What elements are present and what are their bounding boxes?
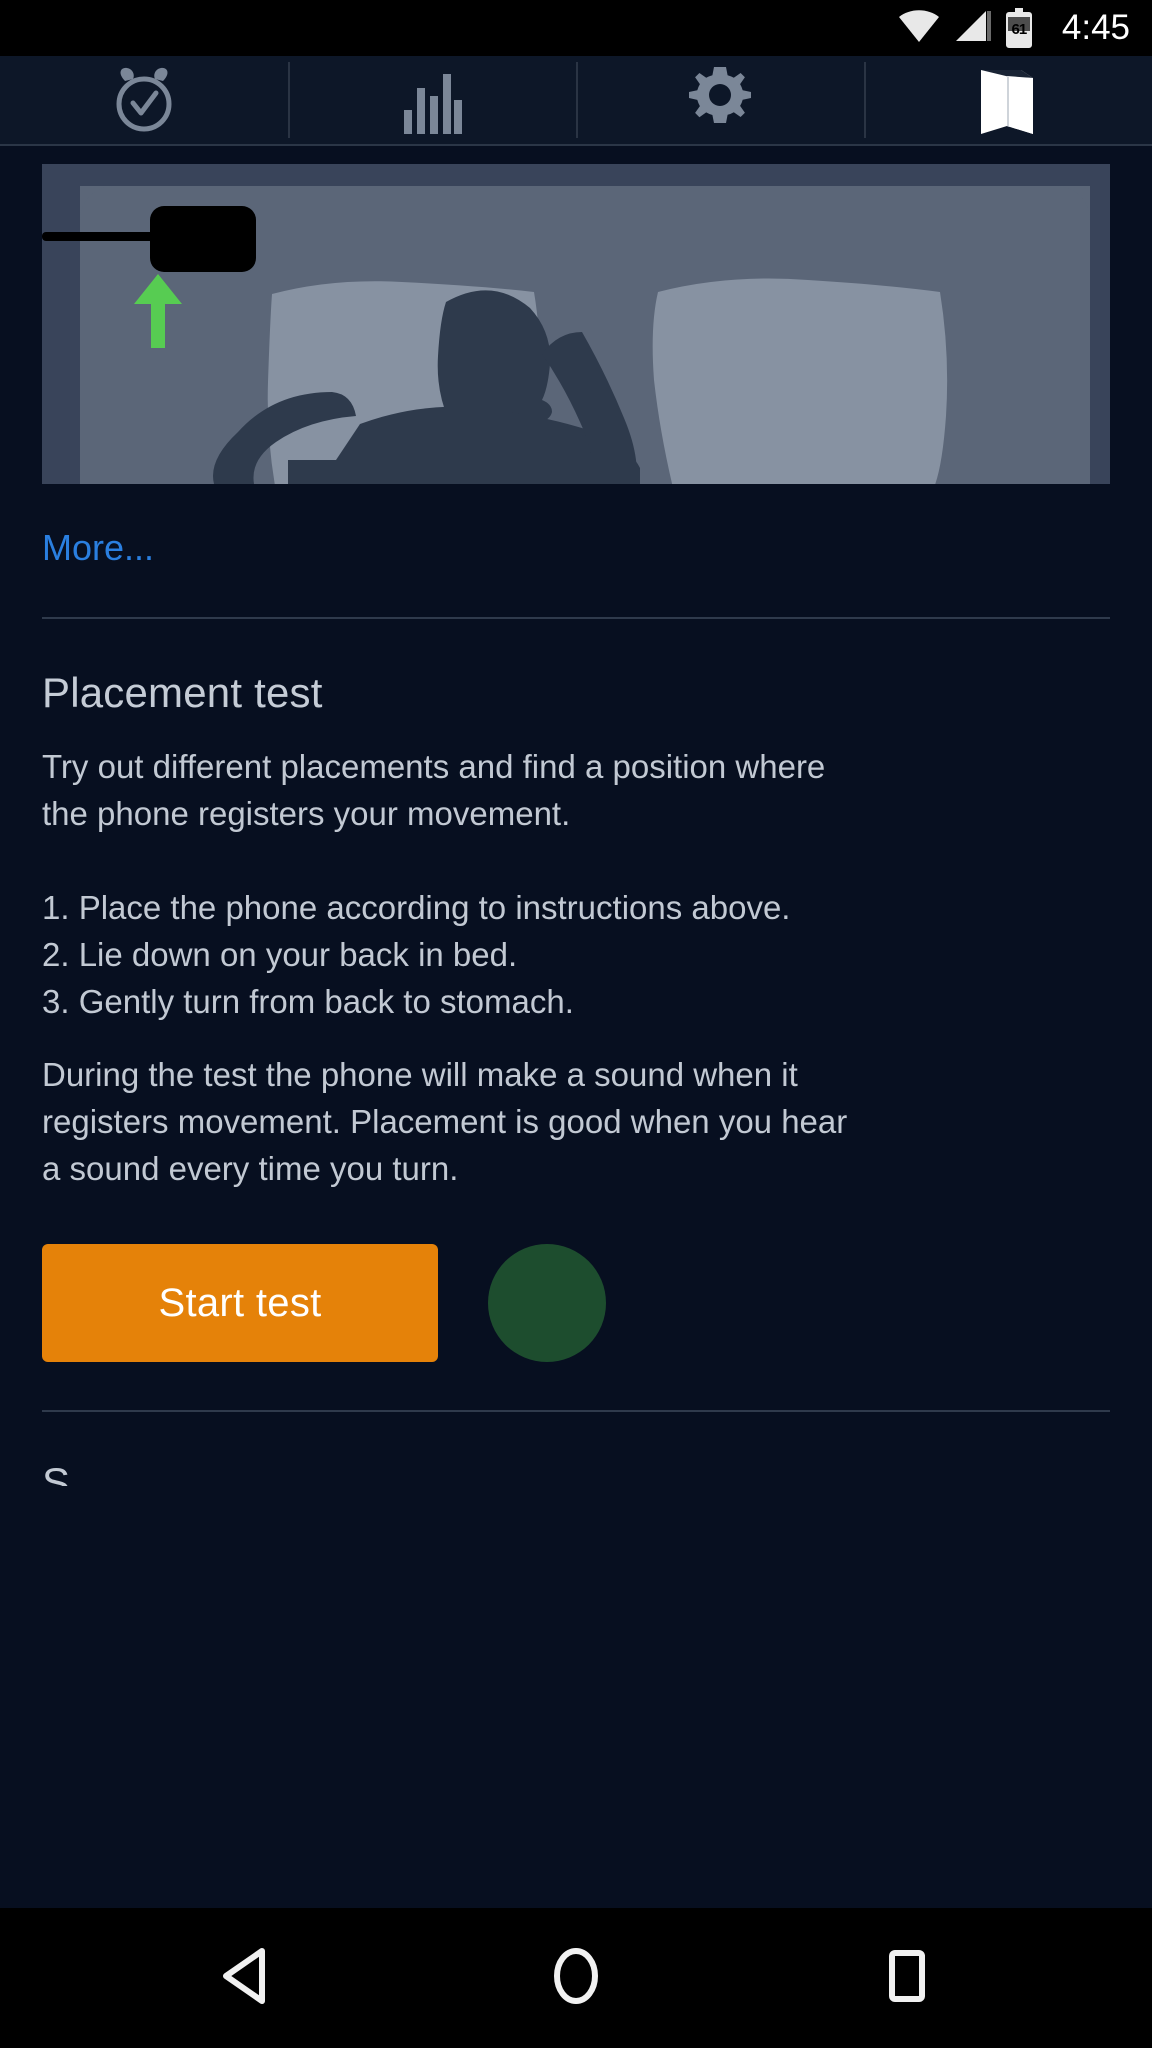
steps-list: 1. Place the phone according to instruct…: [42, 884, 1110, 1025]
alarm-clock-icon: [108, 64, 180, 136]
status-icon-group: 61 4:45: [898, 8, 1130, 48]
outro-line-1: During the test the phone will make a so…: [42, 1056, 798, 1094]
list-item: 2. Lie down on your back in bed.: [42, 936, 518, 974]
android-status-bar: 61 4:45: [0, 0, 1152, 56]
outro-line-2: registers movement. Placement is good wh…: [42, 1103, 848, 1141]
phone-placement-bed-illustration: [42, 164, 1110, 484]
intro-line-1: Try out different placements and find a …: [42, 748, 826, 786]
page-title: Placement test: [42, 669, 323, 717]
list-item: 1. Place the phone according to instruct…: [42, 889, 791, 927]
intro-paragraph: Try out different placements and find a …: [42, 743, 1042, 837]
app-screen: 61 4:45 More... Placement test Try out d…: [0, 0, 1152, 2048]
tab-settings[interactable]: [576, 56, 864, 144]
back-icon: [218, 1947, 272, 2010]
placement-test-section: Placement test Try out different placeme…: [0, 669, 1152, 1363]
home-icon: [551, 1947, 601, 2010]
section-divider-bottom: [42, 1410, 1110, 1413]
scroll-content[interactable]: More... Placement test Try out different…: [0, 146, 1152, 1908]
outro-paragraph: During the test the phone will make a so…: [42, 1051, 1042, 1192]
battery-level-label: 61: [1011, 21, 1028, 38]
gear-icon: [687, 67, 753, 133]
recents-button[interactable]: [847, 1918, 967, 2038]
home-button[interactable]: [516, 1918, 636, 2038]
cell-signal-icon: [954, 9, 992, 48]
next-section-peek: S: [42, 1459, 71, 1487]
bar-chart-icon: [402, 66, 462, 134]
recents-icon: [884, 1947, 930, 2010]
back-button[interactable]: [185, 1918, 305, 2038]
test-status-indicator: [488, 1244, 606, 1363]
main-tab-bar: [0, 56, 1152, 146]
android-navigation-bar: [0, 1908, 1152, 2048]
start-test-button[interactable]: Start test: [42, 1244, 438, 1363]
battery-icon: 61: [1005, 8, 1032, 48]
tab-guide[interactable]: [864, 56, 1152, 144]
wifi-icon: [898, 9, 940, 48]
status-bar-clock: 4:45: [1061, 7, 1130, 47]
action-row: Start test: [42, 1244, 1110, 1363]
outro-line-3: a sound every time you turn.: [42, 1150, 459, 1188]
book-icon: [977, 64, 1039, 136]
intro-line-2: the phone registers your movement.: [42, 795, 571, 833]
tab-stats[interactable]: [288, 56, 576, 144]
list-item: 3. Gently turn from back to stomach.: [42, 983, 574, 1021]
more-link[interactable]: More...: [42, 526, 154, 569]
tab-alarm[interactable]: [0, 56, 288, 144]
section-divider-top: [42, 617, 1110, 620]
